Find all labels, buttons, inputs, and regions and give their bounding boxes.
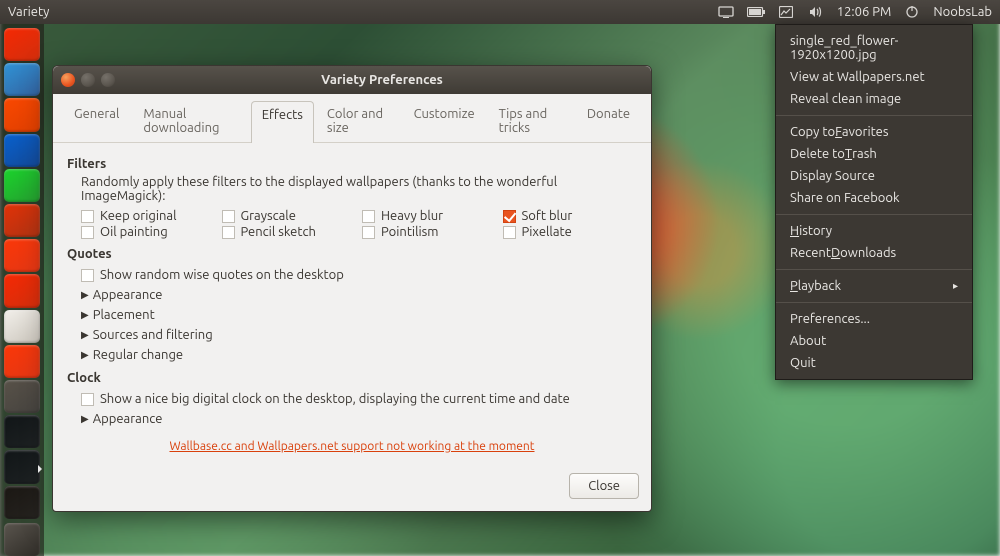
tab-effects[interactable]: Effects — [251, 101, 314, 143]
menu-separator — [776, 269, 972, 270]
filter-pencil-sketch[interactable]: Pencil sketch — [222, 225, 357, 239]
launcher-update[interactable] — [4, 345, 40, 378]
chevron-right-icon: ▶ — [81, 329, 89, 341]
launcher-variety[interactable] — [4, 450, 40, 483]
filters-hint: Randomly apply these filters to the disp… — [81, 175, 637, 203]
menu-quit[interactable]: Quit — [776, 352, 972, 374]
warning-link[interactable]: Wallbase.cc and Wallpapers.net support n… — [169, 440, 534, 453]
launcher-settings[interactable] — [4, 380, 40, 413]
maximize-icon[interactable] — [101, 73, 115, 87]
filter-grayscale[interactable]: Grayscale — [222, 209, 357, 223]
window-title: Variety Preferences — [121, 73, 643, 87]
close-icon[interactable] — [61, 73, 75, 87]
tab-donate[interactable]: Donate — [576, 100, 641, 142]
close-button[interactable]: Close — [569, 473, 639, 499]
quotes-checkbox[interactable]: Show random wise quotes on the desktop — [81, 268, 344, 282]
menu-copy-to-favorites[interactable]: Copy to Favorites — [776, 121, 972, 143]
menu-playback[interactable]: Playback — [776, 275, 972, 297]
chevron-right-icon: ▶ — [81, 349, 89, 361]
filter-soft-blur[interactable]: Soft blur — [503, 209, 638, 223]
launcher-libreoffice-impress[interactable] — [4, 204, 40, 237]
filter-pixellate[interactable]: Pixellate — [503, 225, 638, 239]
tab-manual-downloading[interactable]: Manual downloading — [132, 100, 248, 142]
menu-about[interactable]: About — [776, 330, 972, 352]
quotes-expander-sources-and-filtering[interactable]: ▶Sources and filtering — [81, 325, 637, 345]
menu-separator — [776, 214, 972, 215]
menu-delete-to-trash[interactable]: Delete to Trash — [776, 143, 972, 165]
chevron-right-icon: ▶ — [81, 289, 89, 301]
titlebar[interactable]: Variety Preferences — [53, 66, 651, 94]
filter-pointilism[interactable]: Pointilism — [362, 225, 497, 239]
launcher-terminal[interactable] — [4, 415, 40, 448]
launcher-workspace[interactable] — [4, 486, 40, 519]
launcher-libreoffice-calc[interactable] — [4, 169, 40, 202]
minimize-icon[interactable] — [81, 73, 95, 87]
preferences-window: Variety Preferences GeneralManual downlo… — [52, 65, 652, 512]
menu-display-source[interactable]: Display Source — [776, 165, 972, 187]
tab-bar: GeneralManual downloadingEffectsColor an… — [53, 94, 651, 143]
clock-checkbox-label: Show a nice big digital clock on the des… — [100, 392, 570, 406]
launcher-files[interactable] — [4, 63, 40, 96]
app-menu-title[interactable]: Variety — [8, 5, 49, 19]
launcher-trash[interactable] — [4, 523, 40, 556]
tab-tips-and-tricks[interactable]: Tips and tricks — [488, 100, 574, 142]
filter-heavy-blur[interactable]: Heavy blur — [362, 209, 497, 223]
menu-view-at-wallpapers-net[interactable]: View at Wallpapers.net — [776, 66, 972, 88]
clock[interactable]: 12:06 PM — [837, 5, 892, 19]
chevron-right-icon: ▶ — [81, 413, 89, 425]
tab-general[interactable]: General — [63, 100, 130, 142]
chevron-right-icon: ▶ — [81, 309, 89, 321]
session-icon[interactable] — [903, 5, 921, 19]
menu-reveal-clean-image[interactable]: Reveal clean image — [776, 88, 972, 110]
clock-heading: Clock — [67, 371, 637, 385]
clock-checkbox[interactable]: Show a nice big digital clock on the des… — [81, 392, 570, 406]
launcher-firefox[interactable] — [4, 98, 40, 131]
volume-icon[interactable] — [807, 5, 825, 19]
tab-color-and-size[interactable]: Color and size — [316, 100, 401, 142]
launcher-dash[interactable] — [4, 28, 40, 61]
launcher-amazon[interactable] — [4, 310, 40, 343]
menu-single-red-flower-1920x1200-jpg[interactable]: single_red_flower-1920x1200.jpg — [776, 30, 972, 66]
launcher-ubuntu-one[interactable] — [4, 274, 40, 307]
quotes-expander-placement[interactable]: ▶Placement — [81, 305, 637, 325]
launcher-libreoffice-writer[interactable] — [4, 134, 40, 167]
display-icon[interactable] — [717, 5, 735, 19]
clock-expander-appearance[interactable]: ▶Appearance — [81, 409, 637, 429]
menu-history[interactable]: History — [776, 220, 972, 242]
menubar: Variety 12:06 PM NoobsLab — [0, 0, 1000, 24]
launcher — [0, 24, 44, 556]
filter-oil-painting[interactable]: Oil painting — [81, 225, 216, 239]
quotes-expander-regular-change[interactable]: ▶Regular change — [81, 345, 637, 365]
menu-share-on-facebook[interactable]: Share on Facebook — [776, 187, 972, 209]
quotes-heading: Quotes — [67, 247, 637, 261]
indicator-menu: single_red_flower-1920x1200.jpgView at W… — [775, 24, 973, 380]
quotes-checkbox-label: Show random wise quotes on the desktop — [100, 268, 344, 282]
filters-heading: Filters — [67, 157, 637, 171]
variety-indicator-icon[interactable] — [777, 5, 795, 19]
menu-preferences[interactable]: Preferences... — [776, 308, 972, 330]
quotes-expander-appearance[interactable]: ▶Appearance — [81, 285, 637, 305]
tab-customize[interactable]: Customize — [403, 100, 486, 142]
username[interactable]: NoobsLab — [933, 5, 992, 19]
battery-icon[interactable] — [747, 5, 765, 19]
menu-separator — [776, 302, 972, 303]
filter-keep-original[interactable]: Keep original — [81, 209, 216, 223]
menu-separator — [776, 115, 972, 116]
menu-recent-downloads[interactable]: Recent Downloads — [776, 242, 972, 264]
launcher-software-center[interactable] — [4, 239, 40, 272]
